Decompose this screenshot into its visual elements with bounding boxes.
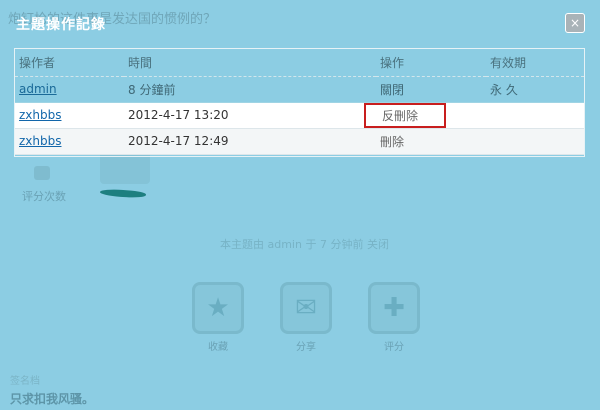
action-cell-highlighted: 反刪除 [364, 102, 447, 128]
favorite-label: 收藏 [208, 342, 228, 353]
col-action: 操作 [376, 49, 486, 77]
closed-notice: 本主题由 admin 于 7 分钟前 关闭 [220, 238, 389, 251]
time-cell: 2012-4-17 12:49 [124, 128, 376, 155]
operation-log-table: 操作者 時間 操作 有效期 admin 8 分鐘前 關閉 永 久 zxhbbs … [15, 49, 584, 155]
user-link[interactable]: zxhbbs [19, 134, 62, 148]
user-link[interactable]: zxhbbs [19, 108, 62, 122]
signature-label: 签名档 [10, 376, 40, 387]
dialog-title: 主題操作記錄 [16, 17, 106, 33]
rate-label: 评分 [384, 342, 404, 353]
share-button[interactable]: ✉ 分享 [278, 282, 334, 353]
share-label: 分享 [296, 342, 316, 353]
rating-count-label: 评分次数 [22, 190, 66, 203]
validity-cell: 永 久 [486, 76, 584, 103]
col-operator: 操作者 [15, 49, 124, 77]
action-cell: 關閉 [376, 76, 486, 103]
close-button[interactable]: × [565, 13, 585, 33]
col-validity: 有效期 [486, 49, 584, 77]
table-row: zxhbbs 2012-4-17 12:49 刪除 [15, 128, 584, 155]
rate-button[interactable]: ✚ 评分 [366, 282, 422, 353]
action-cell: 刪除 [376, 128, 486, 155]
favorite-button[interactable]: ★ 收藏 [190, 282, 246, 353]
post-actions: ★ 收藏 ✉ 分享 ✚ 评分 [190, 282, 422, 353]
operation-log-panel: 操作者 時間 操作 有效期 admin 8 分鐘前 關閉 永 久 zxhbbs … [14, 48, 585, 157]
user-link[interactable]: admin [19, 82, 57, 96]
time-cell: 8 分鐘前 [124, 76, 376, 103]
signature: 只求扣我风骚。 [10, 392, 95, 406]
validity-cell [486, 128, 584, 155]
col-time: 時間 [124, 49, 376, 77]
star-icon: ★ [192, 282, 244, 334]
envelope-icon: ✉ [280, 282, 332, 334]
time-cell: 2012-4-17 13:20 [124, 102, 376, 129]
validity-cell [486, 102, 584, 129]
redaction-scribble [99, 188, 147, 199]
table-row: admin 8 分鐘前 關閉 永 久 [15, 76, 584, 103]
plus-icon: ✚ [368, 282, 420, 334]
table-header: 操作者 時間 操作 有效期 [15, 49, 584, 77]
table-row: zxhbbs 2012-4-17 13:20 反刪除 [15, 102, 584, 129]
rating-icon [34, 166, 50, 180]
